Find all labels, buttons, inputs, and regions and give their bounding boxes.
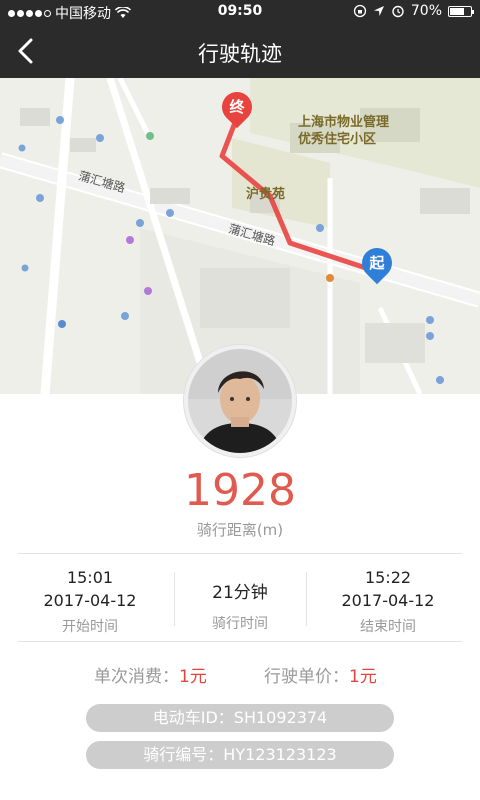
start-marker-label: 起 (369, 254, 385, 272)
ride-distance: 1928 (184, 465, 296, 516)
map-label-community: 上海市物业管理 优秀住宅小区 (298, 115, 390, 147)
avatar (184, 345, 296, 457)
duration-block: 21分钟 骑行时间 (160, 568, 320, 633)
rotation-lock-icon (353, 4, 367, 18)
unit-price: 行驶单价：1元 (264, 662, 377, 687)
ride-number-badge: 骑行编号：HY123123123 (86, 741, 394, 769)
start-marker[interactable]: 起 (355, 241, 399, 286)
start-time-label: 开始时间 (62, 619, 118, 635)
vehicle-id-badge: 电动车ID：SH1092374 (86, 704, 394, 732)
end-time-block: 15:22 2017-04-12 结束时间 (308, 568, 468, 636)
end-time-label: 结束时间 (360, 619, 416, 635)
page-title: 行驶轨迹 (198, 42, 282, 66)
divider-top (18, 553, 462, 554)
location-icon (373, 6, 384, 16)
map-label-huguiyuan: 沪贵苑 (246, 187, 286, 202)
unit-price-value: 1元 (349, 667, 377, 687)
single-fee: 单次消费：1元 (94, 662, 207, 687)
end-marker[interactable]: 终 (215, 85, 259, 130)
divider-bottom (18, 641, 462, 642)
divider-right (306, 572, 307, 626)
start-date: 2017-04-12 (43, 591, 137, 610)
battery-percent: 70% (410, 3, 442, 19)
status-right: 70% (353, 3, 474, 19)
unit-price-label: 行驶单价： (264, 667, 349, 687)
single-fee-value: 1元 (179, 667, 207, 687)
status-bar: 中国移动 09:50 70% (0, 0, 480, 24)
single-fee-label: 单次消费： (94, 667, 179, 687)
start-time: 15:01 (66, 568, 114, 587)
end-marker-label: 终 (229, 98, 245, 116)
start-time-block: 15:01 2017-04-12 开始时间 (10, 568, 170, 636)
ride-duration: 21分钟 (212, 583, 268, 603)
nav-bar: 行驶轨迹 (0, 24, 480, 78)
end-date: 2017-04-12 (341, 591, 435, 610)
battery-icon (448, 5, 474, 17)
ride-duration-label: 骑行时间 (212, 616, 268, 632)
ride-distance-label: 骑行距离(m) (196, 521, 284, 539)
end-time: 15:22 (364, 568, 412, 587)
alarm-icon (392, 5, 404, 18)
avatar-photo (188, 349, 292, 453)
